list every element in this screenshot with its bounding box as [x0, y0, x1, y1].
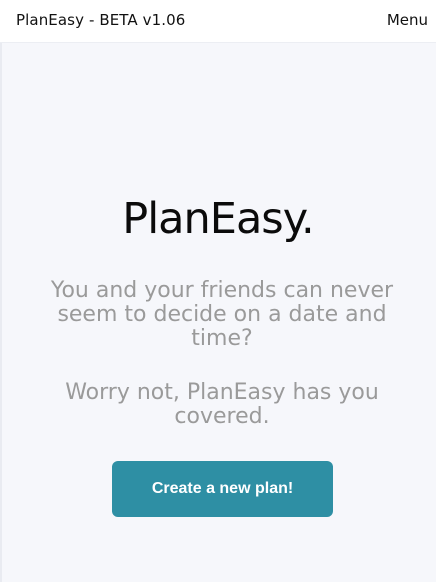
menu-button[interactable]: Menu [387, 11, 428, 29]
hero-tagline-question: You and your friends can never seem to d… [50, 278, 394, 351]
left-edge-divider [0, 0, 2, 582]
top-navbar: PlanEasy - BETA v1.06 Menu [0, 0, 436, 43]
create-new-plan-button[interactable]: Create a new plan! [112, 461, 333, 517]
hero-tagline-reassurance: Worry not, PlanEasy has you covered. [65, 380, 379, 429]
app-title[interactable]: PlanEasy - BETA v1.06 [16, 11, 185, 29]
hero-title: PlanEasy. [122, 194, 314, 244]
